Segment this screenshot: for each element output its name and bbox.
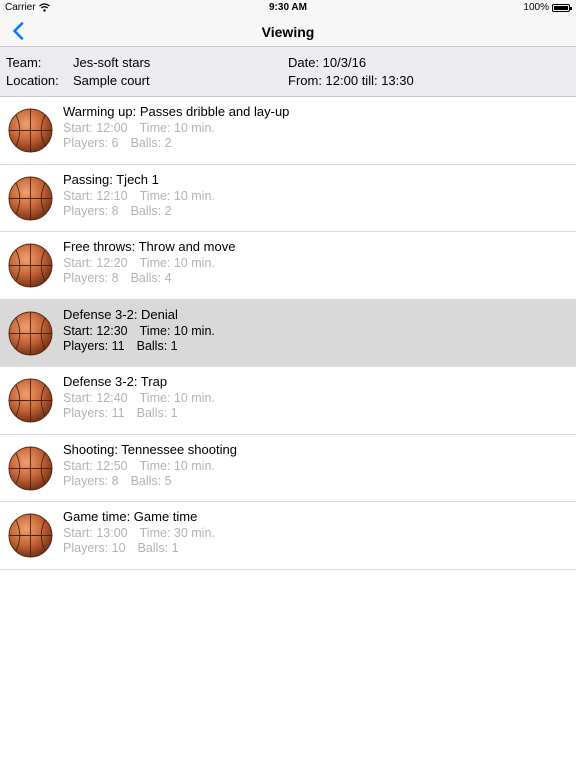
drill-balls: Balls: 2 <box>130 203 172 218</box>
drill-time: Time: 10 min. <box>139 121 215 135</box>
drill-time: Time: 10 min. <box>139 323 215 338</box>
basketball-icon <box>8 446 53 491</box>
drill-players: Players: 8 <box>63 203 119 218</box>
drill-title: Defense 3-2: Trap <box>63 374 168 389</box>
page-title: Viewing <box>261 24 315 40</box>
date-text: Date: 10/3/16 <box>288 55 367 70</box>
battery-icon <box>552 3 572 12</box>
status-time: 9:30 AM <box>269 2 307 13</box>
drill-start: Start: 12:30 <box>63 323 128 338</box>
basketball-icon <box>8 378 53 423</box>
drill-title: Warming up: Passes dribble and lay-up <box>63 104 290 119</box>
nav-bar: Viewing <box>0 16 576 47</box>
drill-title: Free throws: Throw and move <box>63 239 236 254</box>
drill-balls: Balls: 5 <box>130 473 172 488</box>
drill-row-selected[interactable]: Defense 3-2: Denial Start: 12:30 Time: 10… <box>0 299 576 367</box>
drill-time: Time: 10 min. <box>139 256 215 270</box>
drill-time: Time: 30 min. <box>139 526 215 540</box>
drill-balls: Balls: 4 <box>130 271 172 285</box>
drill-row[interactable]: Game time: Game time Start: 13:00 Time: 3… <box>0 502 576 570</box>
drill-players: Players: 10 <box>63 541 126 555</box>
location-label: Location: <box>6 73 59 88</box>
training-info-header: Team: Jes-soft stars Date: 10/3/16 Locat… <box>0 47 576 97</box>
drill-balls: Balls: 2 <box>130 136 172 150</box>
team-value: Jes-soft stars <box>73 55 151 70</box>
drill-title: Shooting: Tennessee shooting <box>63 441 237 457</box>
drill-start: Start: 13:00 <box>63 526 128 540</box>
drill-time: Time: 10 min. <box>139 391 215 405</box>
drill-title: Game time: Game time <box>63 509 198 524</box>
status-bar: Carrier 9:30 AM 100% <box>0 0 576 16</box>
drill-start: Start: 12:40 <box>63 391 128 405</box>
location-value: Sample court <box>73 73 150 88</box>
team-label: Team: <box>6 55 42 70</box>
drill-players: Players: 11 <box>63 338 125 353</box>
drill-title: Passing: Tjech 1 <box>63 171 159 187</box>
drill-time: Time: 10 min. <box>139 188 215 203</box>
drill-players: Players: 8 <box>63 473 119 488</box>
drill-players: Players: 11 <box>63 406 125 420</box>
drill-players: Players: 6 <box>63 136 119 150</box>
drill-row[interactable]: Warming up: Passes dribble and lay-up St… <box>0 97 576 165</box>
basketball-icon <box>8 243 53 288</box>
drill-balls: Balls: 1 <box>137 541 179 555</box>
drill-row[interactable]: Free throws: Throw and move Start: 12:20… <box>0 232 576 300</box>
drill-row[interactable]: Defense 3-2: Trap Start: 12:40 Time: 10 m… <box>0 367 576 435</box>
drill-row[interactable]: Passing: Tjech 1 Start: 12:10 Time: 10 mi… <box>0 165 576 232</box>
drill-start: Start: 12:50 <box>63 458 128 473</box>
basketball-icon <box>8 311 53 356</box>
battery-percent: 100% <box>523 2 549 13</box>
drill-balls: Balls: 1 <box>136 406 178 420</box>
basketball-icon <box>8 176 53 221</box>
drill-players: Players: 8 <box>63 271 119 285</box>
drill-title: Defense 3-2: Denial <box>63 306 178 322</box>
drill-start: Start: 12:10 <box>63 188 128 203</box>
drill-balls: Balls: 1 <box>136 338 178 353</box>
status-battery: 100% <box>523 2 572 13</box>
basketball-icon <box>8 513 53 558</box>
drill-start: Start: 12:20 <box>63 256 128 270</box>
time-range-text: From: 12:00 till: 13:30 <box>288 73 414 88</box>
basketball-icon <box>8 108 53 153</box>
drill-time: Time: 10 min. <box>139 458 215 473</box>
drill-list: Warming up: Passes dribble and lay-up St… <box>0 97 576 570</box>
drill-start: Start: 12:00 <box>63 121 128 135</box>
drill-row[interactable]: Shooting: Tennessee shooting Start: 12:5… <box>0 435 576 502</box>
